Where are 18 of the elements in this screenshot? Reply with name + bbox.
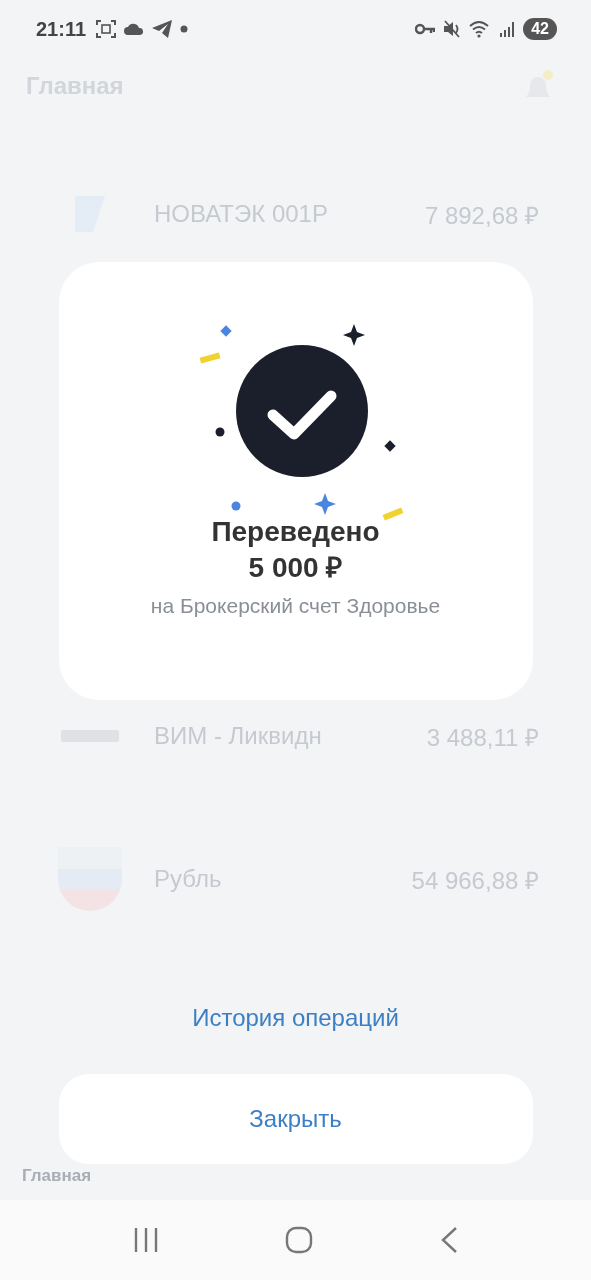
battery-level: 42 [523,18,557,40]
transfer-description: на Брокерский счет Здоровье [150,594,441,618]
key-icon [415,23,436,35]
mute-icon [443,20,462,38]
status-time: 21:11 [36,17,87,41]
cloud-icon [124,23,145,35]
close-button[interactable]: Закрыть [58,1074,533,1164]
dialog-title: Переведено [211,515,380,549]
home-icon[interactable] [285,1226,314,1254]
signal-icon [499,21,516,37]
tab-label[interactable]: Главная [22,1166,92,1186]
back-icon[interactable] [439,1226,458,1254]
screenshot-icon [96,20,117,38]
dot-icon [180,25,189,33]
history-link[interactable]: История операций [184,1000,407,1036]
recent-apps-icon[interactable] [133,1227,160,1253]
transfer-amount: 5 000 ₽ [248,551,343,585]
paper-plane-icon [152,20,173,38]
